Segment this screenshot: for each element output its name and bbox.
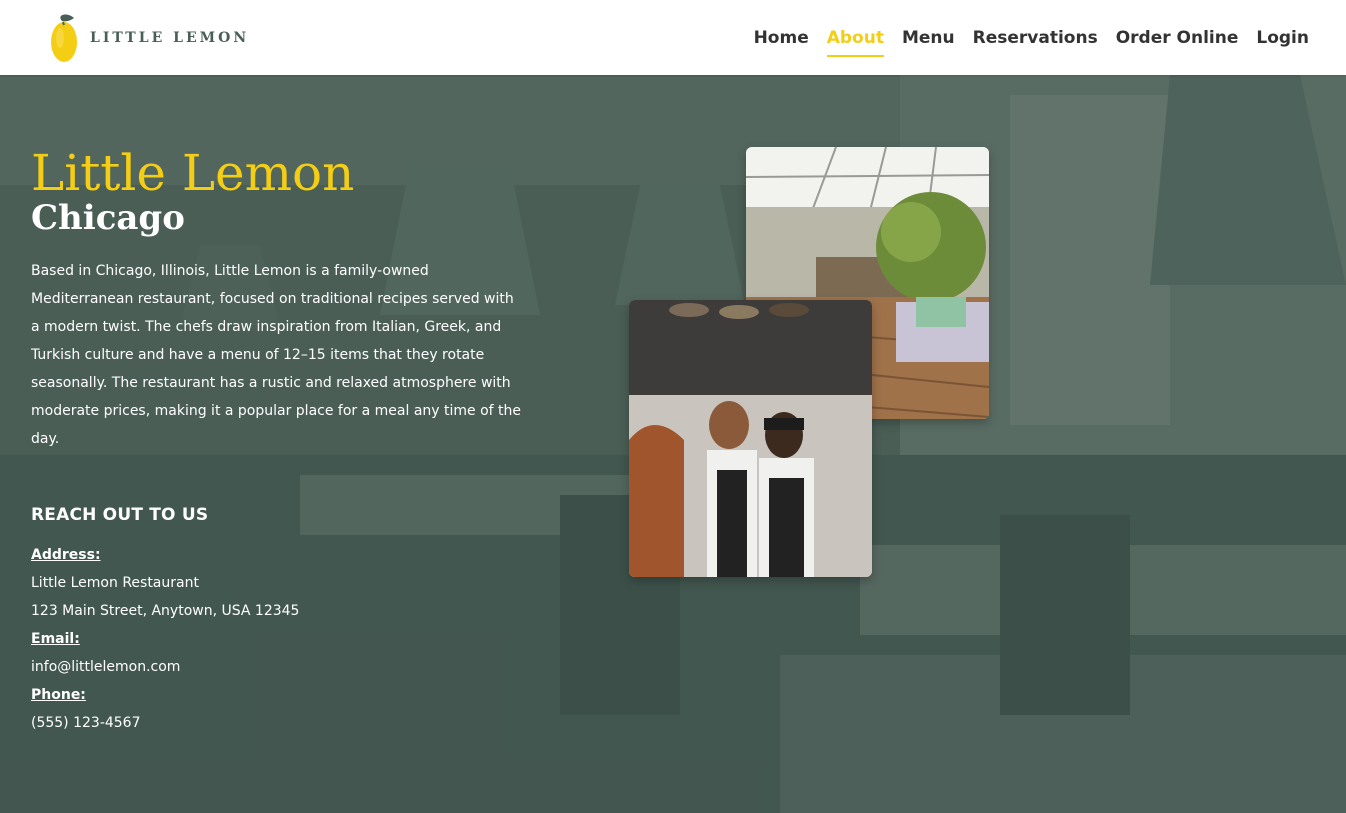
main-nav: Home About Menu Reservations Order Onlin… [745, 21, 1318, 57]
contact-heading: REACH OUT TO US [31, 505, 209, 525]
site-header: LITTLE LEMON Home About Menu Reservation… [0, 0, 1346, 75]
about-description: Based in Chicago, Illinois, Little Lemon… [31, 263, 521, 447]
about-hero: Little Lemon Chicago Based in Chicago, I… [0, 75, 1346, 813]
logo-text: LITTLE LEMON [90, 29, 250, 46]
phone-label: Phone: [31, 687, 86, 703]
address-line2: 123 Main Street, Anytown, USA 12345 [31, 603, 300, 619]
phone-value[interactable]: (555) 123-4567 [31, 709, 531, 737]
nav-about[interactable]: About [818, 21, 893, 57]
logo[interactable]: LITTLE LEMON [48, 12, 249, 64]
nav-home[interactable]: Home [745, 21, 818, 55]
about-content: Little Lemon Chicago Based in Chicago, I… [31, 145, 531, 737]
nav-menu[interactable]: Menu [893, 21, 964, 55]
lemon-logo-icon [51, 13, 77, 62]
nav-reservations[interactable]: Reservations [964, 21, 1107, 55]
address-line1: Little Lemon Restaurant [31, 575, 199, 591]
email-label: Email: [31, 631, 80, 647]
email-value[interactable]: info@littlelemon.com [31, 653, 531, 681]
page-title: Little Lemon [31, 144, 355, 202]
chefs-photo [629, 300, 872, 577]
nav-login[interactable]: Login [1247, 21, 1318, 55]
contact-info: Address: Little Lemon Restaurant 123 Mai… [31, 541, 531, 737]
page-subtitle: Chicago [31, 198, 185, 238]
address-label: Address: [31, 547, 101, 563]
nav-order-online[interactable]: Order Online [1107, 21, 1248, 55]
